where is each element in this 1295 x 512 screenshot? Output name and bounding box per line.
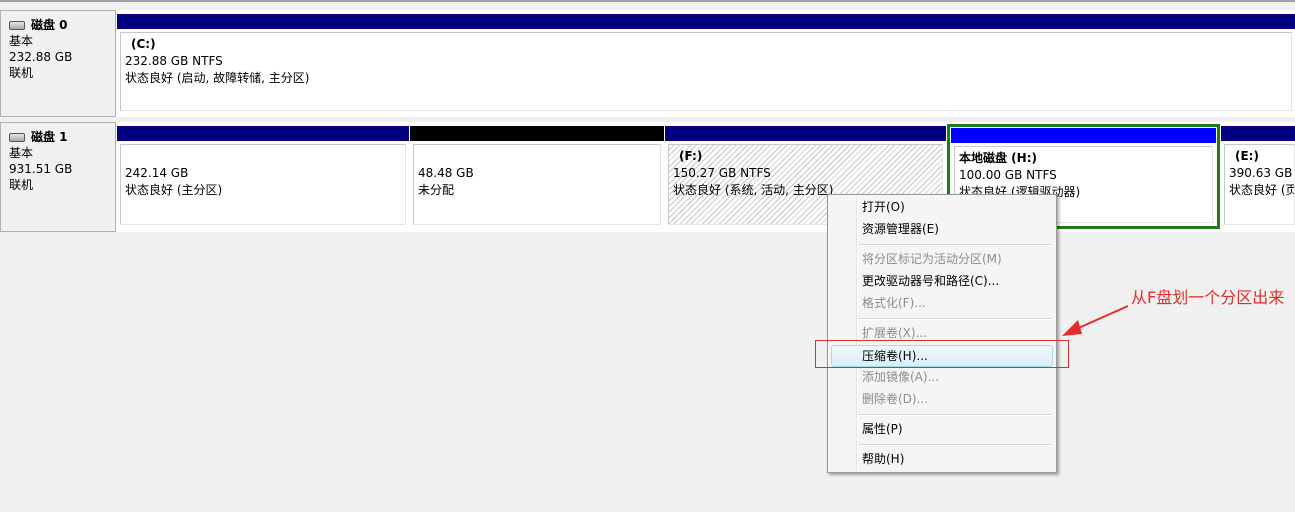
- annotation-arrow-icon: [1062, 305, 1129, 336]
